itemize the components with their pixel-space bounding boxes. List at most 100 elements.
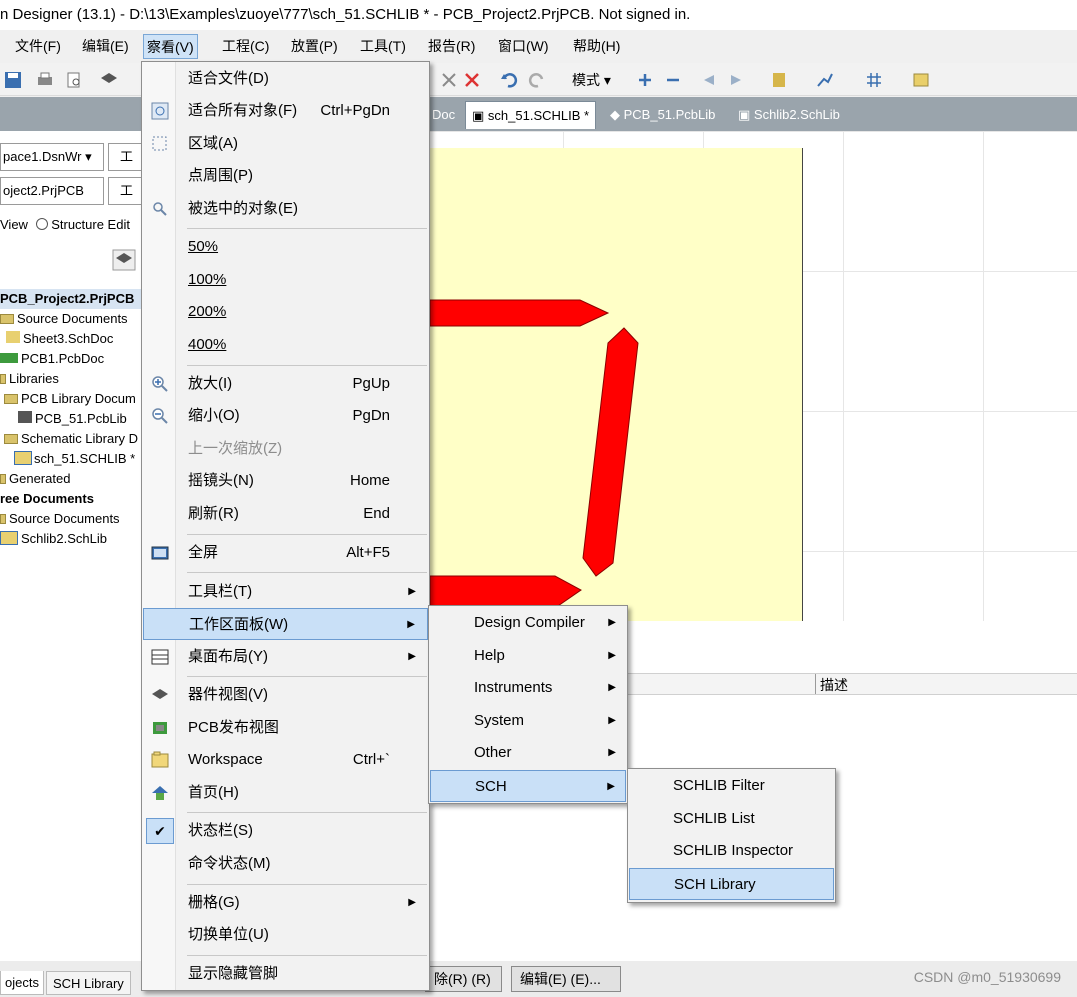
tree-item-schematic-library-docs[interactable]: Schematic Library D: [0, 429, 138, 449]
next-icon[interactable]: [727, 71, 745, 89]
submenu-item-instruments[interactable]: Instruments ▶: [430, 672, 626, 704]
tree-item-sch-51[interactable]: sch_51.SCHLIB *: [14, 449, 137, 469]
menu-tools[interactable]: 工具(T): [357, 34, 409, 59]
tab-sch-library[interactable]: SCH Library: [46, 971, 131, 995]
submenu-item-other[interactable]: Other ▶: [430, 737, 626, 769]
schlib-icon: [0, 531, 18, 545]
menu-item-home[interactable]: 首页(H): [143, 777, 428, 809]
tree-item-free-documents[interactable]: ree Documents: [0, 489, 94, 509]
tree-item-pcb-library-docs[interactable]: PCB Library Docum: [0, 389, 136, 409]
menu-item-pcb-release-view[interactable]: PCB发布视图: [143, 712, 428, 744]
component-view-icon[interactable]: [112, 249, 136, 271]
schlib-doc-icon: ▣: [738, 107, 754, 122]
tree-item-free-source-documents[interactable]: Source Documents: [0, 509, 120, 529]
tab-sch-51-schlib[interactable]: ▣ sch_51.SCHLIB *: [465, 101, 597, 129]
tree-label: Schematic Library D: [21, 431, 139, 446]
menu-item-around-point[interactable]: 点周围(P): [143, 160, 428, 192]
mode-dropdown[interactable]: 模式 ▾: [572, 70, 611, 90]
menu-item-zoom-out[interactable]: 缩小(O) PgDn: [143, 400, 428, 432]
project-combo[interactable]: oject2.PrjPCB: [0, 177, 104, 205]
menu-item-workspace[interactable]: Workspace Ctrl+`: [143, 744, 428, 776]
clear-filter-icon[interactable]: [463, 71, 481, 89]
edit-button[interactable]: 编辑(E) (E)...: [511, 966, 621, 992]
menu-item-zoom-400[interactable]: 400%: [143, 329, 428, 361]
delete-button[interactable]: 除(R) (R): [425, 966, 502, 992]
menu-item-refresh[interactable]: 刷新(R) End: [143, 498, 428, 530]
menu-item-full-screen[interactable]: 全屏 Alt+F5: [143, 537, 428, 569]
remove-part-icon[interactable]: [664, 71, 682, 89]
menu-help[interactable]: 帮助(H): [570, 34, 623, 59]
tree-item-sheet3[interactable]: Sheet3.SchDoc: [0, 329, 113, 349]
tree-item-source-documents[interactable]: Source Documents: [0, 309, 128, 329]
previous-icon[interactable]: [700, 71, 718, 89]
submenu-item-design-compiler[interactable]: Design Compiler ▶: [430, 607, 626, 639]
menu-item-zoom-50[interactable]: 50%: [143, 231, 428, 263]
menu-item-area[interactable]: 区域(A): [143, 128, 428, 160]
menu-item-toolbars[interactable]: 工具栏(T) ▶: [143, 576, 428, 608]
file-view-radio[interactable]: View: [0, 217, 28, 232]
workspace-combo[interactable]: pace1.DsnWr ▾: [0, 143, 104, 171]
menu-project[interactable]: 工程(C): [219, 34, 272, 59]
segment-a[interactable]: [429, 299, 610, 327]
align-icon[interactable]: [770, 71, 788, 89]
menu-item-show-hidden-pins[interactable]: 显示隐藏管脚: [143, 958, 428, 990]
tree-item-libraries[interactable]: Libraries: [0, 369, 59, 389]
submenu-item-sch-library[interactable]: SCH Library: [629, 868, 834, 900]
tab-partial-doc[interactable]: Doc: [426, 101, 461, 129]
save-icon[interactable]: [4, 71, 22, 89]
print-icon[interactable]: [36, 71, 54, 89]
menu-item-zoom-200[interactable]: 200%: [143, 296, 428, 328]
project-button[interactable]: 工: [108, 177, 143, 205]
radio-circle-icon[interactable]: [35, 218, 48, 230]
segment-b[interactable]: [582, 327, 639, 577]
menu-item-grids[interactable]: 栅格(G) ▶: [143, 887, 428, 919]
tree-item-project[interactable]: PCB_Project2.PrjPCB: [0, 289, 143, 309]
description-column-header[interactable]: 描述: [820, 675, 848, 695]
tree-item-pcb-51[interactable]: PCB_51.PcbLib: [0, 409, 127, 429]
menu-item-desktop-layouts[interactable]: 桌面布局(Y) ▶: [143, 641, 428, 673]
tree-item-pcb1[interactable]: PCB1.PcbDoc: [0, 349, 104, 369]
menu-file[interactable]: 文件(F): [12, 34, 64, 59]
tree-item-schlib2[interactable]: Schlib2.SchLib: [0, 529, 107, 549]
menu-item-fit-document[interactable]: 适合文件(D): [143, 63, 428, 95]
tree-item-generated[interactable]: Generated: [0, 469, 70, 489]
menu-item-zoom-100[interactable]: 100%: [143, 264, 428, 296]
submenu-item-help[interactable]: Help ▶: [430, 640, 626, 672]
menu-item-fit-all-objects[interactable]: 适合所有对象(F) Ctrl+PgDn: [143, 95, 428, 127]
menu-item-selected-objects[interactable]: 被选中的对象(E): [143, 193, 428, 225]
submenu-item-schlib-list[interactable]: SCHLIB List: [629, 803, 834, 835]
menu-edit[interactable]: 编辑(E): [79, 34, 132, 59]
undo-icon[interactable]: [500, 71, 518, 89]
component-icon[interactable]: [100, 71, 118, 89]
schlib-icon: [14, 451, 32, 465]
menu-view[interactable]: 察看(V): [143, 34, 198, 59]
submenu-item-schlib-filter[interactable]: SCHLIB Filter: [629, 770, 834, 802]
submenu-item-system[interactable]: System ▶: [430, 705, 626, 737]
print-preview-icon[interactable]: [65, 71, 83, 89]
menu-reports[interactable]: 报告(R): [425, 34, 478, 59]
submenu-item-schlib-inspector[interactable]: SCHLIB Inspector: [629, 835, 834, 867]
image-icon[interactable]: [912, 71, 930, 89]
structure-editor-radio[interactable]: Structure Edit: [51, 217, 130, 232]
menu-place[interactable]: 放置(P): [288, 34, 341, 59]
tab-schlib2[interactable]: ▣ Schlib2.SchLib: [732, 101, 846, 129]
menu-item-toggle-units[interactable]: 切换单位(U): [143, 919, 428, 951]
cross-probe-icon[interactable]: [440, 71, 458, 89]
menu-item-status-bar[interactable]: ✔ 状态栏(S): [143, 815, 428, 847]
tab-projects[interactable]: ojects: [0, 971, 44, 995]
tree-label: Generated: [9, 471, 71, 486]
menu-item-pan[interactable]: 摇镜头(N) Home: [143, 465, 428, 497]
tab-pcb-51-pcblib[interactable]: ◆ PCB_51.PcbLib: [604, 101, 721, 129]
menu-window[interactable]: 窗口(W): [495, 34, 552, 59]
menu-item-zoom-in[interactable]: 放大(I) PgUp: [143, 368, 428, 400]
submenu-item-sch[interactable]: SCH ▶: [430, 770, 626, 802]
segment-g[interactable]: [429, 575, 582, 609]
wire-tool-icon[interactable]: [816, 71, 834, 89]
grid-icon[interactable]: [865, 71, 883, 89]
redo-icon[interactable]: [528, 71, 546, 89]
add-part-icon[interactable]: [636, 71, 654, 89]
menu-item-device-view[interactable]: 器件视图(V): [143, 679, 428, 711]
menu-item-command-status[interactable]: 命令状态(M): [143, 848, 428, 880]
menu-item-workspace-panels[interactable]: 工作区面板(W) ▶: [143, 608, 428, 640]
workspace-button[interactable]: 工: [108, 143, 143, 171]
